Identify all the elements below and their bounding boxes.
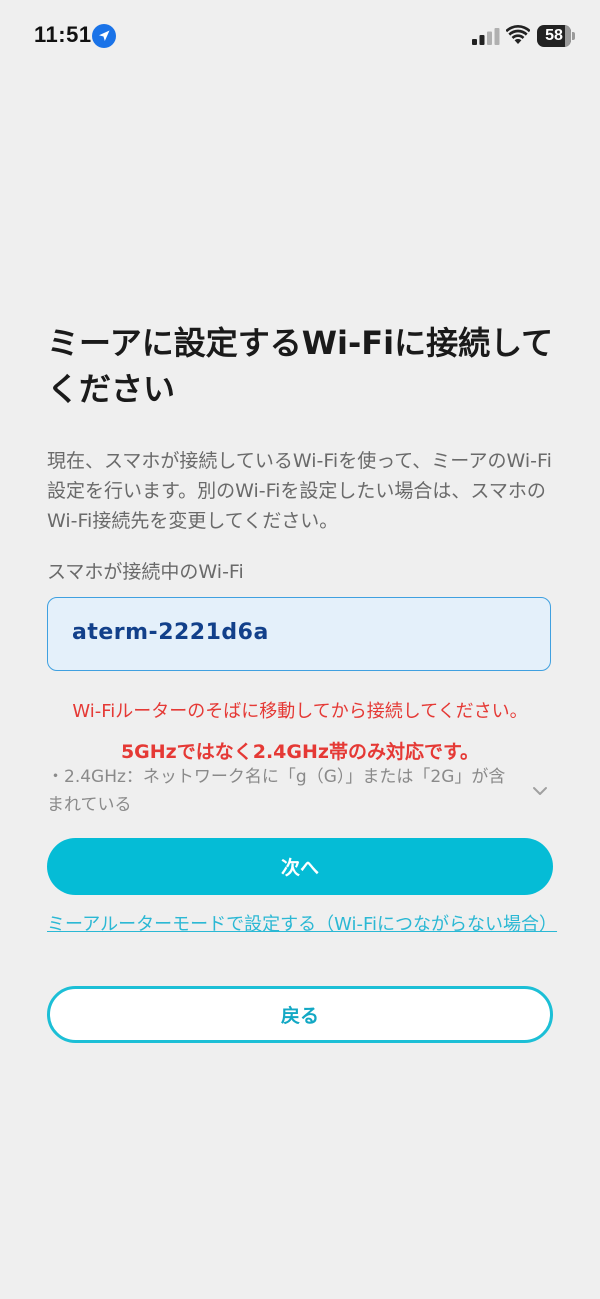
- page-title: ミーアに設定するWi-Fiに接続してください: [47, 324, 554, 408]
- back-button[interactable]: 戻る: [47, 986, 553, 1043]
- connected-wifi-label: スマホが接続中のWi-Fi: [47, 561, 244, 583]
- cellular-signal-icon: [472, 28, 500, 45]
- status-bar: 11:51 58: [0, 0, 600, 72]
- ssid-value: aterm-2221d6a: [72, 620, 269, 645]
- chevron-down-icon[interactable]: [531, 784, 549, 798]
- battery-level: 58: [545, 27, 563, 44]
- next-button[interactable]: 次へ: [47, 838, 553, 895]
- proximity-warning: Wi-Fiルーターのそばに移動してから接続してください。: [72, 701, 528, 722]
- location-arrow-icon: [92, 24, 116, 48]
- status-time: 11:51: [34, 22, 92, 47]
- battery-tip: [572, 32, 575, 40]
- wifi-icon: [506, 25, 530, 44]
- connected-ssid-field: aterm-2221d6a: [47, 597, 551, 671]
- battery-icon: 58: [537, 25, 571, 47]
- band-detail-text: ・2.4GHz：ネットワーク名に「g（G）」または「2G」が含まれている: [47, 767, 506, 815]
- band-support-note: 5GHzではなく2.4GHz帯のみ対応です。: [120, 741, 480, 763]
- router-mode-setup-link[interactable]: ミーアルーターモードで設定する（Wi-Fiにつながらない場合）: [47, 911, 557, 939]
- page-description: 現在、スマホが接続しているWi-Fiを使って、ミーアのWi-Fi設定を行います。…: [47, 450, 552, 532]
